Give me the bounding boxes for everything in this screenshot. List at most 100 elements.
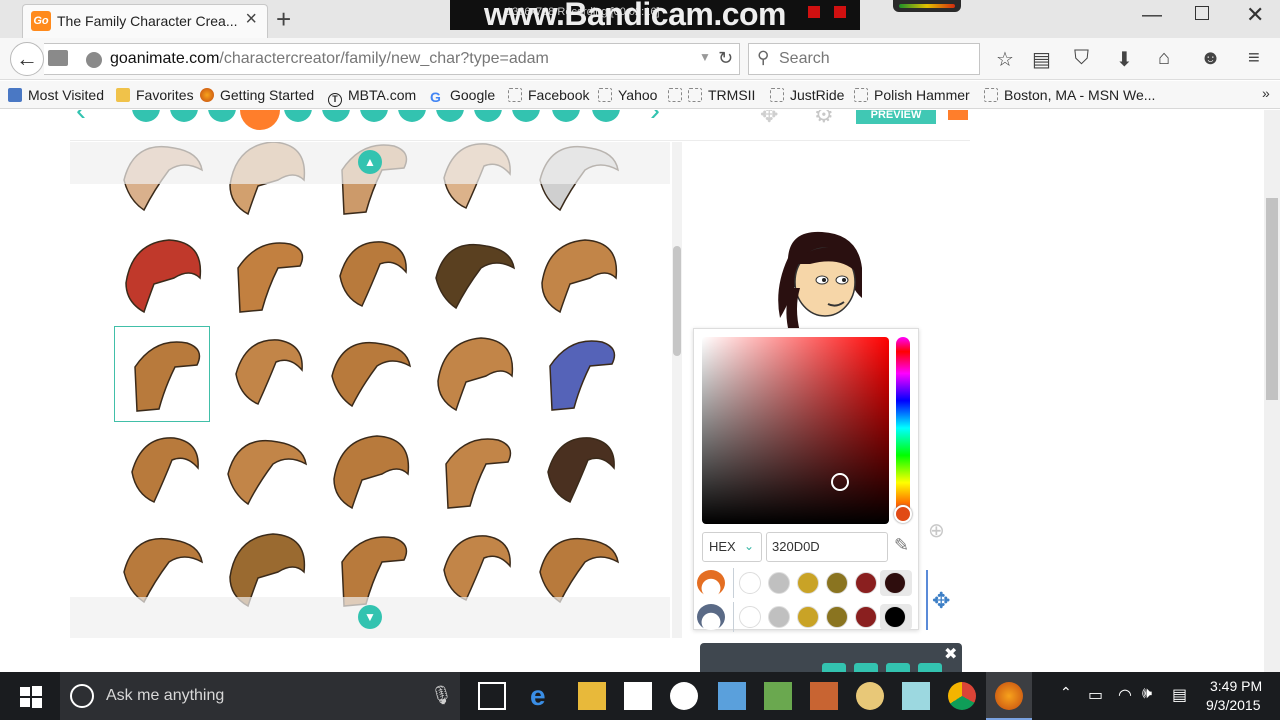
- volume-icon[interactable]: 🕪: [1142, 685, 1152, 703]
- bookmarks-overflow-icon[interactable]: »: [1262, 85, 1270, 101]
- category-nose-button[interactable]: [360, 110, 388, 122]
- windows-start-icon[interactable]: [20, 686, 42, 708]
- category-body-button[interactable]: [132, 110, 160, 122]
- back-button[interactable]: ←: [10, 42, 44, 76]
- app-icon[interactable]: [810, 682, 838, 710]
- action-button[interactable]: [886, 663, 910, 672]
- hair-style-option[interactable]: [322, 326, 418, 422]
- bookmark-polish-hammer[interactable]: Polish Hammer: [854, 87, 970, 103]
- url-bar[interactable]: goanimate.com/charactercreator/family/ne…: [44, 43, 740, 75]
- minecraft-icon[interactable]: [764, 682, 792, 710]
- microphone-icon[interactable]: 🎙: [430, 685, 453, 706]
- chat-icon[interactable]: ☻: [1200, 47, 1221, 70]
- hex-input[interactable]: 320D0D: [766, 532, 888, 562]
- gear-icon[interactable]: ⚙: [814, 110, 834, 128]
- home-icon[interactable]: ⌂: [1158, 47, 1170, 70]
- category-accessory-button[interactable]: [592, 110, 620, 122]
- preview-button[interactable]: PREVIEW: [856, 110, 936, 124]
- hair-style-option[interactable]: [426, 326, 522, 422]
- category-ears-button[interactable]: [436, 110, 464, 122]
- browser-tab[interactable]: Go The Family Character Crea... ×: [22, 4, 268, 38]
- action-button[interactable]: [854, 663, 878, 672]
- cortana-search-input[interactable]: Ask me anything: [106, 687, 224, 705]
- hair-style-option[interactable]: [322, 424, 418, 520]
- hair-style-option[interactable]: [218, 424, 314, 520]
- battery-icon[interactable]: ▭: [1088, 685, 1103, 705]
- cortana-search-box[interactable]: Ask me anything 🎙: [60, 672, 460, 720]
- bookmark-favorites[interactable]: Favorites: [116, 87, 194, 103]
- category-glasses-button[interactable]: [552, 110, 580, 122]
- notes-icon[interactable]: [902, 682, 930, 710]
- close-icon[interactable]: ✖: [944, 644, 957, 664]
- hair-style-option[interactable]: [322, 228, 418, 324]
- color-swatch[interactable]: [768, 572, 790, 594]
- hair-style-option[interactable]: [218, 326, 314, 422]
- color-swatch[interactable]: [797, 606, 819, 628]
- firefox-icon[interactable]: [995, 682, 1023, 710]
- color-swatch[interactable]: [884, 606, 906, 628]
- category-prev-arrow-icon[interactable]: ‹: [76, 110, 86, 128]
- file-explorer-icon[interactable]: [578, 682, 606, 710]
- eyedropper-icon[interactable]: ✎: [894, 535, 909, 556]
- color-swatch[interactable]: [855, 606, 877, 628]
- edge-icon[interactable]: e: [530, 682, 558, 710]
- hair-part-icon[interactable]: [697, 570, 725, 596]
- bookmark-mbta[interactable]: T MBTA.com: [328, 87, 416, 107]
- hue-slider-handle[interactable]: [894, 505, 912, 523]
- url-text[interactable]: goanimate.com/charactercreator/family/ne…: [110, 50, 549, 68]
- new-tab-button[interactable]: +: [276, 4, 291, 35]
- action-button[interactable]: [822, 663, 846, 672]
- category-next-arrow-icon[interactable]: ›: [650, 110, 660, 128]
- bookmark-most-visited[interactable]: Most Visited: [8, 87, 104, 103]
- grid-scrollbar-thumb[interactable]: [673, 246, 681, 356]
- pocket-icon[interactable]: ⛉: [1074, 47, 1089, 70]
- clock-date[interactable]: 9/3/2015: [1206, 697, 1261, 713]
- reading-list-icon[interactable]: ▤: [1032, 47, 1051, 72]
- color-swatch[interactable]: [739, 572, 761, 594]
- reload-icon[interactable]: ↻: [718, 48, 733, 69]
- category-facial-hair-button[interactable]: [474, 110, 502, 122]
- bookmark-google[interactable]: G Google: [430, 87, 495, 104]
- hair-style-option[interactable]: [114, 326, 210, 422]
- bookmark-trmsii[interactable]: TRMSII: [668, 87, 755, 103]
- action-button[interactable]: [918, 663, 942, 672]
- wifi-icon[interactable]: ◠: [1118, 685, 1132, 705]
- hair-style-option[interactable]: [114, 228, 210, 324]
- window-maximize-button[interactable]: [1195, 6, 1209, 20]
- color-swatch[interactable]: [884, 572, 906, 594]
- hue-slider[interactable]: [896, 337, 910, 519]
- hair-style-option[interactable]: [530, 326, 626, 422]
- color-swatch[interactable]: [855, 572, 877, 594]
- bookmark-yahoo[interactable]: Yahoo: [598, 87, 657, 103]
- bookmark-getting-started[interactable]: Getting Started: [200, 87, 314, 103]
- store-icon[interactable]: [624, 682, 652, 710]
- color-swatch[interactable]: [739, 606, 761, 628]
- search-bar[interactable]: ⚲ Search: [748, 43, 980, 75]
- bookmark-boston-msn[interactable]: Boston, MA - MSN We...: [984, 87, 1155, 103]
- url-history-dropdown-icon[interactable]: ▼: [699, 50, 711, 64]
- tab-close-icon[interactable]: ×: [245, 8, 257, 31]
- hair-style-option[interactable]: [114, 424, 210, 520]
- page-scrollbar-thumb[interactable]: [1266, 198, 1278, 400]
- grid-scrollbar[interactable]: [672, 142, 682, 638]
- color-swatch[interactable]: [826, 572, 848, 594]
- tray-expand-icon[interactable]: ⌃: [1060, 684, 1072, 701]
- notifications-icon[interactable]: ▤: [1172, 685, 1187, 705]
- page-identity-icon[interactable]: [48, 50, 68, 66]
- window-minimize-button[interactable]: —: [1142, 4, 1162, 27]
- bookmark-star-icon[interactable]: ☆: [996, 47, 1014, 72]
- hair-style-option[interactable]: [426, 228, 522, 324]
- category-mouth-button[interactable]: [398, 110, 426, 122]
- category-hat-button[interactable]: [512, 110, 540, 122]
- menu-grid-icon[interactable]: [948, 110, 968, 120]
- menu-icon[interactable]: ≡: [1248, 47, 1260, 70]
- task-view-icon[interactable]: [478, 682, 506, 710]
- chrome-icon[interactable]: [948, 682, 976, 710]
- hand-icon[interactable]: ✥: [760, 110, 778, 128]
- category-face-button[interactable]: [208, 110, 236, 122]
- grid-scroll-up-button[interactable]: ▲: [358, 150, 382, 174]
- category-outfit-button[interactable]: [170, 110, 198, 122]
- color-swatch[interactable]: [768, 606, 790, 628]
- category-hair-button[interactable]: [240, 110, 280, 130]
- hair-style-option[interactable]: [530, 424, 626, 520]
